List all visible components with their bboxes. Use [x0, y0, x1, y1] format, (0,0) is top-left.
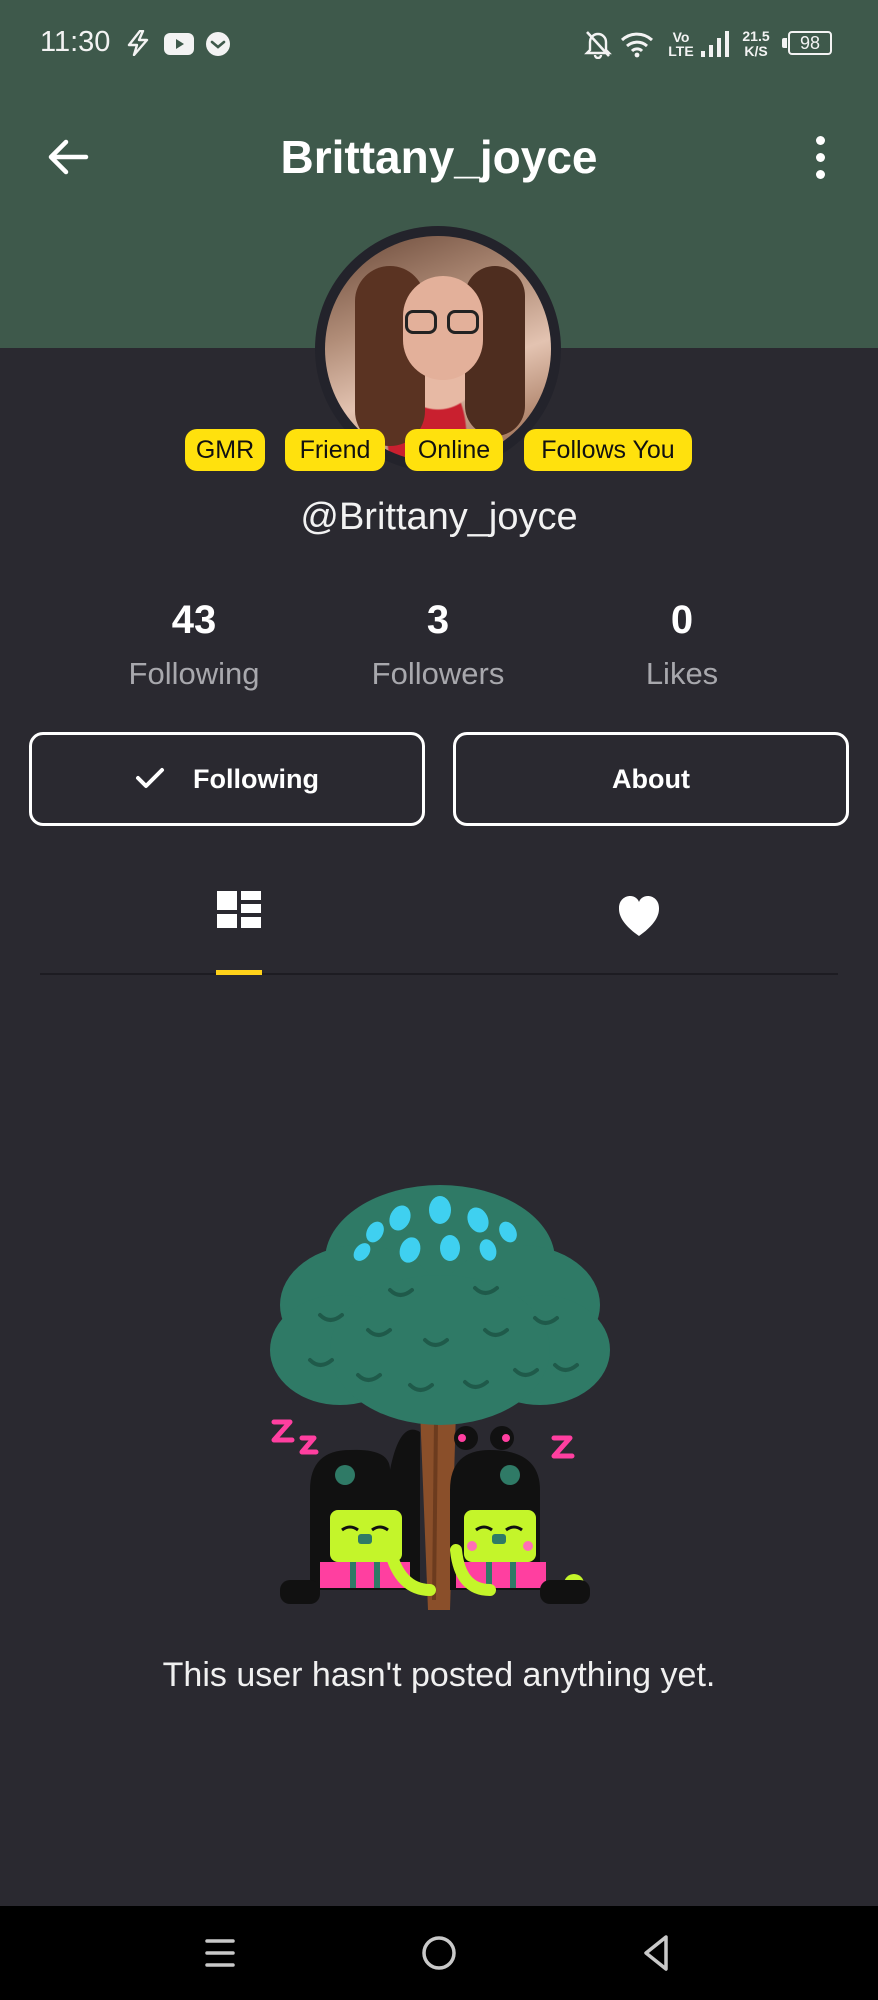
- page-title: Brittany_joyce: [280, 131, 598, 183]
- stat-followers[interactable]: 3 Followers: [328, 598, 548, 692]
- system-nav-bar: [0, 1906, 878, 2000]
- about-button[interactable]: About: [453, 732, 849, 826]
- back-triangle-icon: [644, 1935, 668, 1971]
- stat-following-count: 43: [171, 598, 217, 642]
- stat-following[interactable]: 43 Following: [84, 598, 304, 692]
- nav-back-button[interactable]: [632, 1928, 682, 1978]
- stat-likes-label: Likes: [645, 656, 719, 691]
- grid-icon: [217, 891, 261, 928]
- network-type-bottom: LTE: [668, 43, 694, 59]
- more-vertical-icon: [800, 132, 840, 179]
- nav-home-button[interactable]: [414, 1928, 464, 1978]
- tab-divider: [40, 973, 838, 975]
- mute-bell-icon: [584, 31, 612, 59]
- badge-gmr: GMR: [185, 429, 265, 471]
- stat-followers-count: 3: [426, 598, 450, 642]
- tab-likes[interactable]: [599, 880, 679, 950]
- battery-icon: 98: [788, 31, 832, 55]
- home-circle-icon: [422, 1936, 456, 1970]
- about-button-label: About: [612, 764, 690, 794]
- stat-likes-count: 0: [670, 598, 694, 642]
- tab-active-indicator: [216, 970, 262, 975]
- network-speed-value: 21.5: [742, 28, 770, 44]
- status-time: 11:30: [40, 26, 111, 58]
- following-button-label: Following: [193, 764, 319, 794]
- more-options-button[interactable]: [800, 132, 840, 182]
- flash-icon: [127, 30, 149, 56]
- battery-nub: [782, 38, 787, 48]
- badge-follows-you: Follows You: [524, 429, 692, 471]
- tab-posts[interactable]: [199, 880, 279, 950]
- badge-friend: Friend: [285, 429, 385, 471]
- status-bar: 11:30 Vo LTE 21.5 K/S 98: [0, 0, 878, 90]
- badge-row: GMR Friend Online Follows You: [0, 429, 878, 473]
- signal-icon: [701, 31, 729, 57]
- heart-icon: [619, 896, 659, 936]
- following-button[interactable]: Following: [29, 732, 425, 826]
- wifi-icon: [620, 32, 654, 58]
- message-icon: [206, 32, 230, 56]
- stat-likes[interactable]: 0 Likes: [572, 598, 792, 692]
- checkmark-icon: [136, 767, 164, 788]
- badge-online: Online: [405, 429, 503, 471]
- stat-following-label: Following: [128, 656, 260, 691]
- youtube-icon: [164, 33, 194, 55]
- empty-state-message: This user hasn't posted anything yet.: [162, 1656, 716, 1694]
- menu-icon: [205, 1939, 235, 1967]
- profile-handle: @Brittany_joyce: [300, 496, 578, 538]
- network-type-top: Vo: [672, 29, 690, 45]
- stat-followers-label: Followers: [371, 656, 505, 691]
- sleeping-under-tree-illustration: [270, 1185, 610, 1610]
- nav-recents-button[interactable]: [195, 1928, 245, 1978]
- network-speed-unit: K/S: [744, 43, 768, 59]
